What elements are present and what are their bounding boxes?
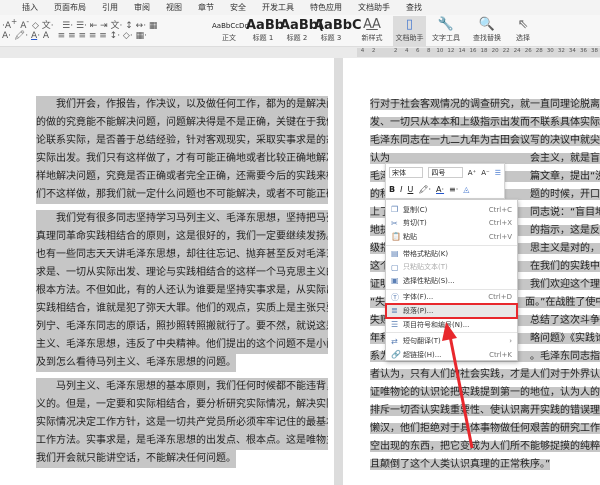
red-arrow-annotation [442, 322, 474, 449]
